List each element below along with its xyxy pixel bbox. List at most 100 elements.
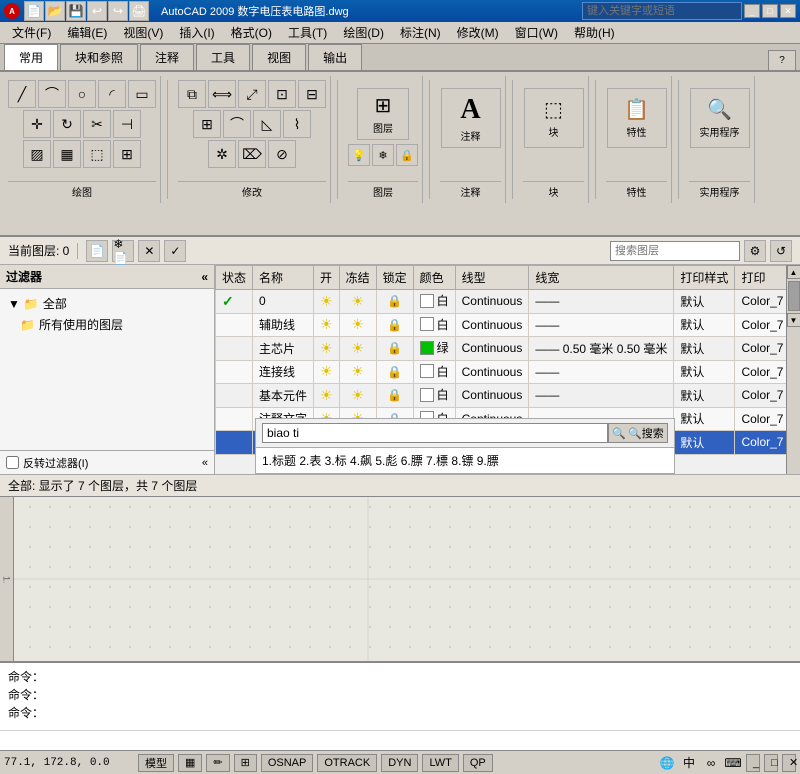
- edit3-btn[interactable]: ⊘: [268, 140, 296, 168]
- cell-color[interactable]: 白: [413, 384, 455, 408]
- menu-tools[interactable]: 工具(T): [280, 22, 335, 43]
- open-btn[interactable]: 📂: [45, 1, 65, 21]
- cell-color[interactable]: 白: [413, 360, 455, 384]
- menu-help[interactable]: 帮助(H): [566, 22, 623, 43]
- cell-on[interactable]: ☀: [314, 290, 340, 314]
- new-layer-btn[interactable]: 📄: [86, 240, 108, 262]
- sidebar-collapse-btn[interactable]: «: [202, 457, 208, 469]
- table-row[interactable]: 连接线 ☀ ☀ 🔒 白 Continuous —— 默认 Color_7 🖨: [216, 360, 787, 384]
- cell-on[interactable]: ☀: [314, 337, 340, 361]
- table-row[interactable]: 主芯片 ☀ ☀ 🔒 绿 Continuous —— 0.50 毫米 0.50 毫…: [216, 337, 787, 361]
- arc-btn[interactable]: ◜: [98, 80, 126, 108]
- table-row[interactable]: ✓ 0 ☀ ☀ 🔒 白 Continuous —— 默认 Color_7 🖨: [216, 290, 787, 314]
- array-btn[interactable]: ⊞: [193, 110, 221, 138]
- tray-keyboard-icon[interactable]: ⌨: [724, 754, 742, 772]
- cell-on[interactable]: ☀: [314, 384, 340, 408]
- move-btn[interactable]: ✛: [23, 110, 51, 138]
- table-row[interactable]: 辅助线 ☀ ☀ 🔒 白 Continuous —— 默认 Color_7 🖨: [216, 313, 787, 337]
- rotate-btn[interactable]: ↻: [53, 110, 81, 138]
- layer-properties-btn[interactable]: ⊞ 图层: [357, 88, 409, 140]
- layer-search-input[interactable]: [610, 241, 740, 261]
- tray-network-icon[interactable]: 🌐: [658, 754, 676, 772]
- osnap-btn[interactable]: OSNAP: [261, 754, 314, 772]
- gradient-btn[interactable]: ▦: [53, 140, 81, 168]
- hatch-btn[interactable]: ▨: [23, 140, 51, 168]
- cell-lock[interactable]: 🔒: [376, 384, 413, 408]
- menu-file[interactable]: 文件(F): [4, 22, 59, 43]
- mirror-btn[interactable]: ⟺: [208, 80, 236, 108]
- cell-on[interactable]: ☀: [314, 360, 340, 384]
- print-btn[interactable]: 🖨: [129, 1, 149, 21]
- restore-btn[interactable]: □: [764, 754, 778, 772]
- undo-btn[interactable]: ↩: [87, 1, 107, 21]
- rect-btn[interactable]: ▭: [128, 80, 156, 108]
- ortho-btn[interactable]: ⊞: [234, 754, 257, 772]
- cell-lock[interactable]: 🔒: [376, 360, 413, 384]
- menu-format[interactable]: 格式(O): [223, 22, 280, 43]
- menu-insert[interactable]: 插入(I): [171, 22, 222, 43]
- tab-annotation[interactable]: 注释: [140, 44, 194, 70]
- grid-btn[interactable]: ▦: [178, 754, 202, 772]
- tab-help-btn[interactable]: ?: [768, 50, 796, 70]
- cell-lock[interactable]: 🔒: [376, 337, 413, 361]
- close-btn[interactable]: ✕: [780, 4, 796, 18]
- tab-common[interactable]: 常用: [4, 44, 58, 70]
- minimize-all-btn[interactable]: _: [746, 754, 760, 772]
- extend-btn[interactable]: ⊣: [113, 110, 141, 138]
- circle-btn[interactable]: ○: [68, 80, 96, 108]
- tray-lang-icon[interactable]: 中: [680, 754, 698, 772]
- save-btn[interactable]: 💾: [66, 1, 86, 21]
- cell-lock[interactable]: 🔒: [376, 290, 413, 314]
- close-all-btn[interactable]: ✕: [782, 754, 796, 772]
- layer-freeze-btn[interactable]: ❄: [372, 144, 394, 166]
- utilities-btn[interactable]: 🔍 实用程序: [690, 88, 750, 148]
- layer-off-btn[interactable]: 💡: [348, 144, 370, 166]
- text-btn[interactable]: A 注释: [441, 88, 501, 148]
- redo-btn[interactable]: ↪: [108, 1, 128, 21]
- delete-layer-btn[interactable]: ✕: [138, 240, 160, 262]
- tab-output[interactable]: 输出: [308, 44, 362, 70]
- search-execute-btn[interactable]: 🔍 🔍搜索: [608, 423, 668, 443]
- menu-window[interactable]: 窗口(W): [507, 22, 566, 43]
- tray-lock-icon[interactable]: ∞: [702, 754, 720, 772]
- canvas-area[interactable]: 1.: [0, 497, 800, 662]
- otrack-btn[interactable]: OTRACK: [317, 754, 377, 772]
- offset-btn[interactable]: ⊟: [298, 80, 326, 108]
- menu-dim[interactable]: 标注(N): [392, 22, 449, 43]
- block-btn[interactable]: ⬚ 块: [524, 88, 584, 148]
- stretch-btn[interactable]: ⤢: [238, 80, 266, 108]
- region-btn[interactable]: ⬚: [83, 140, 111, 168]
- set-current-btn[interactable]: ✓: [164, 240, 186, 262]
- new-layer-freeze-btn[interactable]: ❄📄: [112, 240, 134, 262]
- dyn-btn[interactable]: DYN: [381, 754, 418, 772]
- menu-edit[interactable]: 编辑(E): [59, 22, 115, 43]
- maximize-btn[interactable]: □: [762, 4, 778, 18]
- scroll-thumb[interactable]: [788, 281, 800, 311]
- copy-btn[interactable]: ⧉: [178, 80, 206, 108]
- invert-filter-checkbox[interactable]: [6, 456, 19, 469]
- cell-freeze[interactable]: ☀: [339, 290, 376, 314]
- layer-name-search-input[interactable]: [262, 423, 608, 443]
- fillet-btn[interactable]: ⌒: [223, 110, 251, 138]
- collapse-icon[interactable]: «: [201, 270, 208, 284]
- explode-btn[interactable]: ✲: [208, 140, 236, 168]
- title-search-input[interactable]: [582, 2, 742, 20]
- erase-btn[interactable]: ⌦: [238, 140, 266, 168]
- cell-freeze[interactable]: ☀: [339, 384, 376, 408]
- snap-btn[interactable]: ✏: [206, 754, 229, 772]
- minimize-btn[interactable]: _: [744, 4, 760, 18]
- menu-view[interactable]: 视图(V): [115, 22, 171, 43]
- table-btn[interactable]: ⊞: [113, 140, 141, 168]
- tab-view[interactable]: 视图: [252, 44, 306, 70]
- cell-color[interactable]: 白: [413, 313, 455, 337]
- qp-btn[interactable]: QP: [463, 754, 493, 772]
- cell-color[interactable]: 白: [413, 290, 455, 314]
- scroll-up-btn[interactable]: ▲: [787, 265, 800, 279]
- cell-on[interactable]: ☀: [314, 313, 340, 337]
- break-btn[interactable]: ⌇: [283, 110, 311, 138]
- properties-btn[interactable]: 📋 特性: [607, 88, 667, 148]
- command-input[interactable]: [0, 730, 800, 750]
- polyline-btn[interactable]: ⌒: [38, 80, 66, 108]
- cell-freeze[interactable]: ☀: [339, 360, 376, 384]
- layer-lock-btn[interactable]: 🔒: [396, 144, 418, 166]
